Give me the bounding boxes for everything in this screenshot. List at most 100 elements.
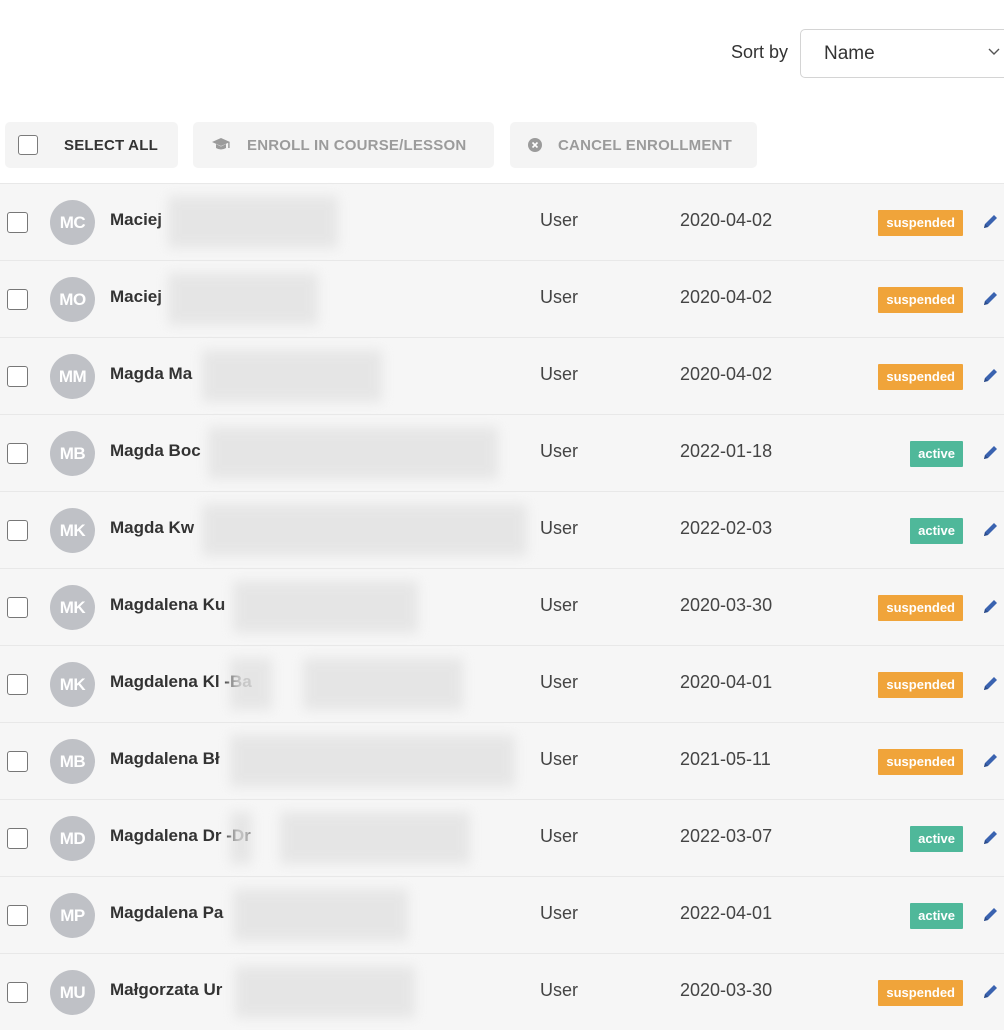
status-badge: suspended [878, 287, 963, 313]
sort-select[interactable]: Name [800, 29, 1004, 78]
row-checkbox[interactable] [7, 982, 28, 1003]
row-checkbox[interactable] [7, 212, 28, 233]
redacted-text [230, 658, 272, 710]
list-item[interactable]: MC Maciej User 2020-04-02 suspended [0, 183, 1004, 260]
status-badge: suspended [878, 595, 963, 621]
user-date: 2020-04-02 [680, 287, 773, 307]
status-badge: suspended [878, 672, 963, 698]
user-name[interactable]: Magda Boc [110, 441, 201, 461]
avatar: MM [50, 354, 95, 399]
user-role: User [540, 826, 579, 846]
status-badge: suspended [878, 210, 963, 236]
enroll-button[interactable]: ENROLL IN COURSE/LESSON [193, 122, 494, 168]
select-all-label: SELECT ALL [64, 136, 158, 154]
row-checkbox[interactable] [7, 289, 28, 310]
redacted-text [233, 889, 408, 941]
pencil-icon[interactable] [981, 366, 1000, 385]
user-role: User [540, 903, 579, 923]
user-name[interactable]: Magdalena Pa [110, 903, 223, 923]
pencil-icon[interactable] [981, 597, 1000, 616]
pencil-icon[interactable] [981, 982, 1000, 1001]
redacted-text [280, 812, 470, 864]
row-checkbox[interactable] [7, 828, 28, 849]
row-checkbox[interactable] [7, 443, 28, 464]
cancel-enrollment-button[interactable]: CANCEL ENROLLMENT [510, 122, 757, 168]
list-item[interactable]: MB Magdalena Bł User 2021-05-11 suspende… [0, 722, 1004, 799]
pencil-icon[interactable] [981, 751, 1000, 770]
user-name[interactable]: Magda Kw [110, 518, 194, 538]
user-date: 2020-04-02 [680, 364, 773, 384]
user-date: 2022-01-18 [680, 441, 773, 461]
list-item[interactable]: MK Magdalena Kl -Ba User 2020-04-01 susp… [0, 645, 1004, 722]
user-date: 2022-02-03 [680, 518, 773, 538]
list-item[interactable]: MB Magda Boc User 2022-01-18 active [0, 414, 1004, 491]
redacted-text [202, 350, 382, 402]
select-all-checkbox[interactable] [18, 135, 38, 155]
pencil-icon[interactable] [981, 828, 1000, 847]
user-name[interactable]: Maciej [110, 210, 162, 230]
avatar: MU [50, 970, 95, 1015]
list-item[interactable]: MU Małgorzata Ur User 2020-03-30 suspend… [0, 953, 1004, 1030]
user-name[interactable]: Magdalena Bł [110, 749, 220, 769]
redacted-text [168, 273, 318, 325]
cancel-enrollment-label: CANCEL ENROLLMENT [558, 136, 732, 154]
user-name[interactable]: Maciej [110, 287, 162, 307]
row-checkbox[interactable] [7, 751, 28, 772]
redacted-text [168, 196, 338, 248]
user-name[interactable]: Magda Ma [110, 364, 192, 384]
pencil-icon[interactable] [981, 520, 1000, 539]
redacted-text [230, 812, 252, 864]
status-badge: active [910, 518, 963, 544]
user-date: 2020-04-01 [680, 672, 773, 692]
user-role: User [540, 672, 579, 692]
list-item[interactable]: MD Magdalena Dr -Dr User 2022-03-07 acti… [0, 799, 1004, 876]
pencil-icon[interactable] [981, 443, 1000, 462]
list-item[interactable]: MM Magda Ma User 2020-04-02 suspended [0, 337, 1004, 414]
list-item[interactable]: MO Maciej User 2020-04-02 suspended [0, 260, 1004, 337]
row-checkbox[interactable] [7, 674, 28, 695]
avatar: MB [50, 431, 95, 476]
avatar: MC [50, 200, 95, 245]
sort-value: Name [824, 42, 875, 64]
select-all-button[interactable]: SELECT ALL [5, 122, 178, 168]
list-item[interactable]: MP Magdalena Pa User 2022-04-01 active [0, 876, 1004, 953]
avatar: MK [50, 662, 95, 707]
user-role: User [540, 441, 579, 461]
user-role: User [540, 210, 579, 230]
status-badge: suspended [878, 980, 963, 1006]
user-date: 2020-03-30 [680, 595, 773, 615]
user-name[interactable]: Magdalena Ku [110, 595, 225, 615]
list-item[interactable]: MK Magda Kw User 2022-02-03 active [0, 491, 1004, 568]
user-list: MC Maciej User 2020-04-02 suspended MO M… [0, 183, 1004, 1030]
redacted-text [233, 581, 418, 633]
user-date: 2020-04-02 [680, 210, 773, 230]
redacted-text [303, 658, 463, 710]
avatar: MO [50, 277, 95, 322]
row-checkbox[interactable] [7, 520, 28, 541]
status-badge: suspended [878, 364, 963, 390]
user-role: User [540, 749, 579, 769]
graduation-cap-icon [211, 137, 231, 153]
user-date: 2022-04-01 [680, 903, 773, 923]
pencil-icon[interactable] [981, 905, 1000, 924]
user-date: 2021-05-11 [680, 749, 771, 769]
user-name[interactable]: Małgorzata Ur [110, 980, 222, 1000]
row-checkbox[interactable] [7, 597, 28, 618]
pencil-icon[interactable] [981, 289, 1000, 308]
redacted-text [208, 427, 498, 479]
redacted-text [230, 735, 515, 787]
close-circle-icon [528, 138, 542, 152]
row-checkbox[interactable] [7, 905, 28, 926]
user-role: User [540, 980, 579, 1000]
pencil-icon[interactable] [981, 674, 1000, 693]
user-role: User [540, 518, 579, 538]
avatar: MP [50, 893, 95, 938]
avatar: MD [50, 816, 95, 861]
pencil-icon[interactable] [981, 212, 1000, 231]
avatar: MB [50, 739, 95, 784]
status-badge: suspended [878, 749, 963, 775]
row-checkbox[interactable] [7, 366, 28, 387]
sort-label: Sort by [731, 42, 789, 62]
list-item[interactable]: MK Magdalena Ku User 2020-03-30 suspende… [0, 568, 1004, 645]
status-badge: active [910, 826, 963, 852]
